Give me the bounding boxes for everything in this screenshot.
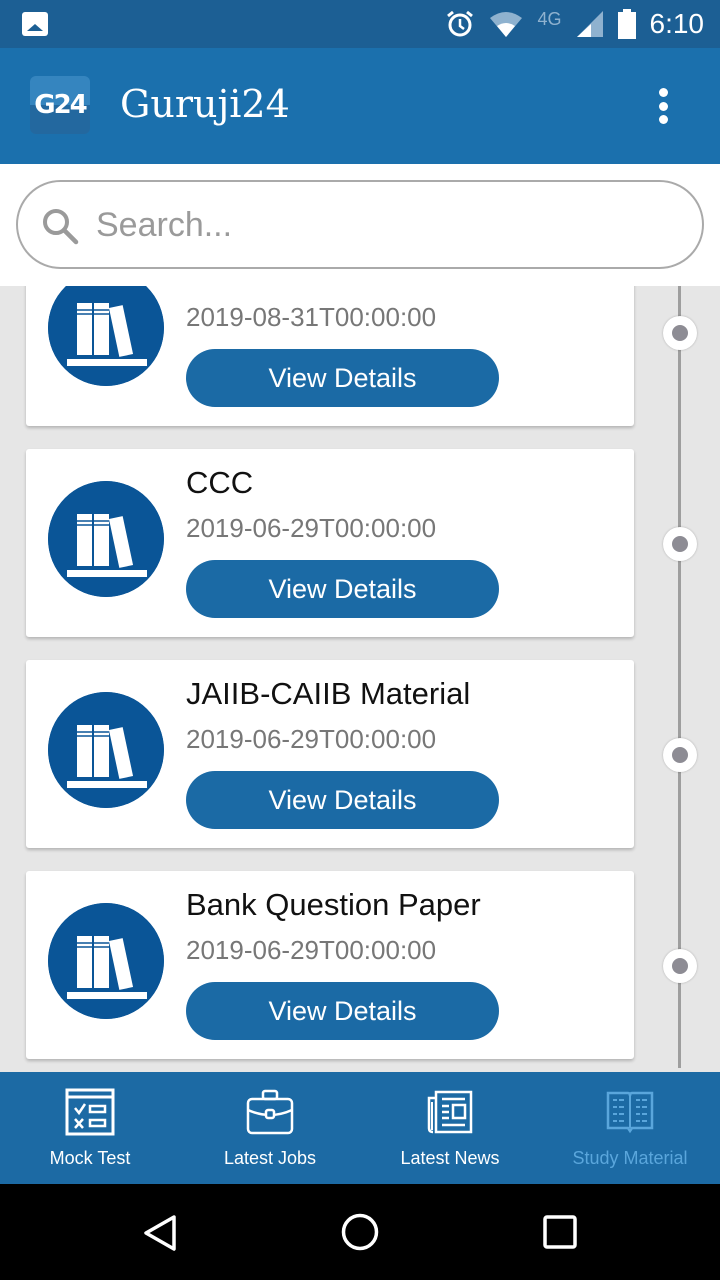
item-date: 2019-08-31T00:00:00 (186, 302, 437, 332)
item-title: CCC (186, 465, 254, 500)
tab-label: Latest News (400, 1148, 500, 1168)
network-type: 4G (537, 8, 562, 29)
list-item: Bank Question Paper 2019-06-29T00:00:00 … (26, 871, 634, 1059)
view-details-button[interactable]: View Details (186, 771, 499, 829)
tab-study-material[interactable]: Study Material (540, 1072, 720, 1184)
timeline-dot (663, 316, 697, 350)
item-date: 2019-06-29T00:00:00 (186, 935, 437, 965)
recents-icon[interactable] (542, 1214, 578, 1250)
timeline-dot (663, 949, 697, 983)
clock: 6:10 (649, 8, 705, 39)
books-icon (48, 903, 164, 1019)
view-details-button[interactable]: View Details (186, 982, 499, 1040)
more-vert-icon[interactable] (658, 88, 668, 124)
image-icon (22, 12, 48, 36)
alarm-icon (447, 10, 474, 37)
search-input[interactable] (96, 200, 676, 250)
item-title: JAIIB-CAIIB Material (186, 676, 471, 711)
home-icon[interactable] (340, 1212, 380, 1252)
newspaper-icon (427, 1090, 473, 1134)
back-icon[interactable] (142, 1214, 178, 1252)
tab-mock-test[interactable]: Mock Test (0, 1072, 180, 1184)
item-date: 2019-06-29T00:00:00 (186, 724, 437, 754)
app-logo: G24 (30, 76, 90, 134)
signal-icon (576, 11, 603, 37)
item-title: Bank Question Paper (186, 887, 481, 922)
briefcase-icon (246, 1089, 294, 1135)
tab-label: Latest Jobs (223, 1148, 317, 1168)
item-date: 2019-06-29T00:00:00 (186, 513, 437, 543)
view-details-button[interactable]: View Details (186, 560, 499, 618)
status-bar: 4G 6:10 (0, 0, 720, 48)
wifi-icon (490, 12, 523, 37)
view-details-button[interactable]: View Details (186, 349, 499, 407)
books-icon (48, 481, 164, 597)
list-item: JAIIB-CAIIB Material 2019-06-29T00:00:00… (26, 660, 634, 848)
books-icon (48, 286, 164, 386)
list-item: 2019-08-31T00:00:00 View Details (26, 286, 634, 426)
timeline-dot (663, 738, 697, 772)
system-navigation-bar (0, 1184, 720, 1280)
open-book-icon (606, 1091, 654, 1134)
app-bar: G24 Guruji24 (0, 48, 720, 164)
list-item: CCC 2019-06-29T00:00:00 View Details (26, 449, 634, 637)
tab-label: Study Material (572, 1148, 688, 1168)
books-icon (48, 692, 164, 808)
timeline-dot (663, 527, 697, 561)
battery-icon (617, 9, 636, 39)
study-material-list[interactable]: 2019-08-31T00:00:00 View Details CCC 201… (0, 286, 720, 1072)
checklist-icon (65, 1088, 115, 1136)
bottom-navigation: Mock Test Latest Jobs Latest News Study … (0, 1072, 720, 1184)
app-title: Guruji24 (120, 82, 290, 126)
tab-latest-jobs[interactable]: Latest Jobs (180, 1072, 360, 1184)
search-icon (43, 209, 79, 245)
tab-label: Mock Test (49, 1148, 131, 1168)
tab-latest-news[interactable]: Latest News (360, 1072, 540, 1184)
search-bar-container (0, 164, 720, 286)
search-field[interactable] (16, 180, 704, 269)
